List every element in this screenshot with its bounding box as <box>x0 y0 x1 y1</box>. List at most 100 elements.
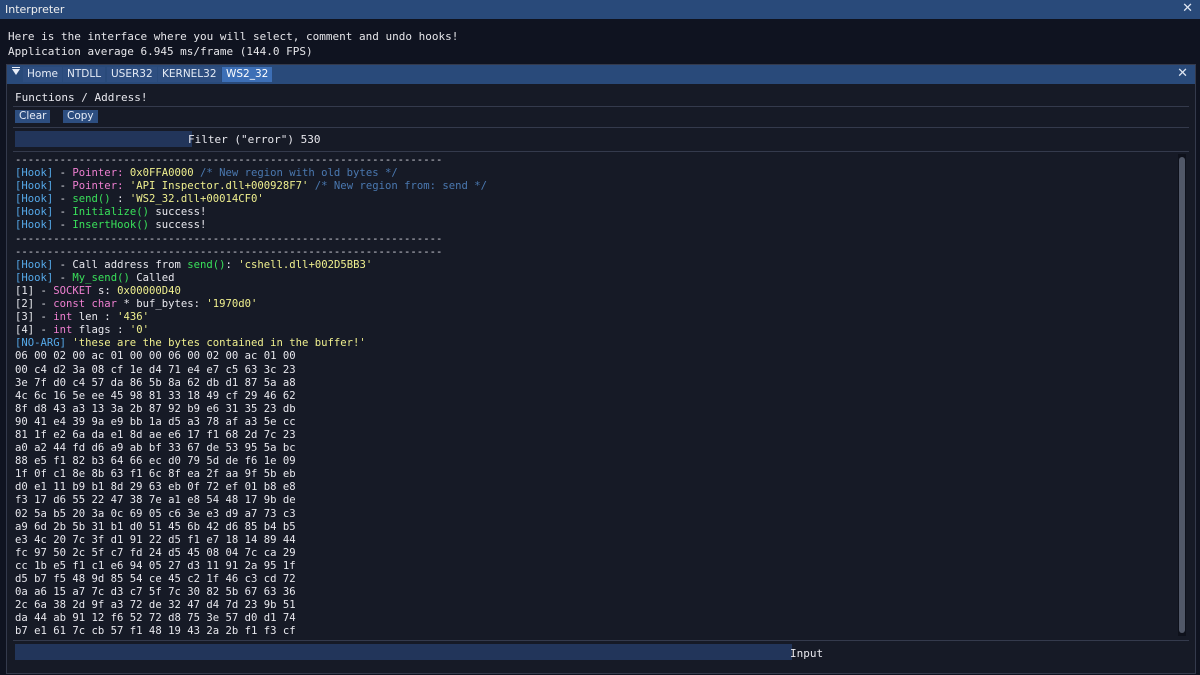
log-line: 00 c4 d2 3a 08 cf 1e d4 71 e4 e7 c5 63 3… <box>15 364 1175 377</box>
log-segment: ----------------------------------------… <box>15 154 443 166</box>
log-segment: 'cshell.dll+002D5BB3' <box>238 258 373 271</box>
log-segment: SOCKET <box>53 284 92 297</box>
log-segment: '1970d0' <box>206 298 258 311</box>
log-segment: '0' <box>129 324 149 337</box>
menu-line-icon <box>12 67 20 68</box>
log-segment: cc 1b e5 f1 c1 e6 94 05 27 d3 11 91 2a 9… <box>15 559 296 572</box>
log-segment: len : <box>72 311 118 324</box>
log-segment: '436' <box>117 311 149 324</box>
log-line: fc 97 50 2c 5f c7 fd 24 d5 45 08 04 7c c… <box>15 547 1175 560</box>
log-segment: s: <box>91 284 118 297</box>
log-line: e3 4c 20 7c 3f d1 91 22 d5 f1 e7 18 14 8… <box>15 534 1175 547</box>
log-segment: * buf_bytes: <box>117 298 207 311</box>
log-output[interactable]: ----------------------------------------… <box>15 154 1175 636</box>
log-line: 90 41 e4 39 9a e9 bb 1a d5 a3 78 af a3 5… <box>15 416 1175 429</box>
window-close-icon[interactable]: ✕ <box>1182 1 1193 16</box>
log-segment: 02 5a b5 20 3a 0c 69 05 c6 3e e3 d9 a7 7… <box>15 507 296 520</box>
log-segment: [Hook] <box>15 206 54 219</box>
log-segment: 0a a6 15 a7 7c d3 c7 5f 7c 30 82 5b 67 6… <box>15 586 296 599</box>
log-line: [3] - int len : '436' <box>15 311 1175 324</box>
log-line: [Hook] - InsertHook() success! <box>15 219 1175 232</box>
log-line: 4c 6c 16 5e ee 45 98 81 33 18 49 cf 29 4… <box>15 390 1175 403</box>
log-segment: [Hook] <box>15 180 54 193</box>
log-segment: /* New region from: send */ <box>308 180 488 193</box>
log-segment: da 44 ab 91 12 f6 52 72 d8 75 3e 57 d0 d… <box>15 612 296 625</box>
log-segment: int <box>53 311 73 324</box>
log-line: da 44 ab 91 12 f6 52 72 d8 75 3e 57 d0 d… <box>15 612 1175 625</box>
clear-button[interactable]: Clear <box>15 110 51 123</box>
log-segment: - <box>53 258 73 271</box>
log-segment: success! <box>148 219 207 232</box>
log-line: [Hook] - Initialize() success! <box>15 206 1175 219</box>
log-segment: Pointer: <box>72 167 130 180</box>
tab-ws2-32[interactable]: WS2_32 <box>222 67 273 82</box>
log-line: d0 e1 11 b9 b1 8d 29 63 eb 0f 72 ef 01 b… <box>15 481 1175 494</box>
log-line: 8f d8 43 a3 13 3a 2b 87 92 b9 e6 31 35 2… <box>15 403 1175 416</box>
tab-user32[interactable]: USER32 <box>107 67 157 82</box>
log-line: 02 5a b5 20 3a 0c 69 05 c6 3e e3 d9 a7 7… <box>15 508 1175 521</box>
log-segment: - <box>53 193 73 206</box>
log-line: ----------------------------------------… <box>15 154 1175 167</box>
command-input[interactable] <box>15 644 792 660</box>
log-segment: - <box>53 167 73 180</box>
log-segment: 1f 0f c1 8e 8b 63 f1 6c 8f ea 2f aa 9f 5… <box>15 468 296 481</box>
log-line: [NO-ARG] 'these are the bytes contained … <box>15 337 1175 350</box>
tab-kernel32[interactable]: KERNEL32 <box>158 67 221 82</box>
divider <box>13 151 1189 152</box>
log-segment: InsertHook() <box>72 219 149 232</box>
input-label: Input <box>790 647 824 660</box>
breadcrumb: Functions / Address! <box>15 91 148 104</box>
tab-ntdll[interactable]: NTDLL <box>63 67 106 82</box>
log-segment: a0 a2 44 fd d6 a9 ab bf 33 67 de 53 95 5… <box>15 442 296 455</box>
log-segment: d0 e1 11 b9 b1 8d 29 63 eb 0f 72 ef 01 b… <box>15 481 296 494</box>
log-line: a9 6d 2b 5b 31 b1 d0 51 45 6b 42 d6 85 b… <box>15 521 1175 534</box>
log-line: 3e 7f d0 c4 57 da 86 5b 8a 62 db d1 87 5… <box>15 377 1175 390</box>
divider <box>13 127 1189 128</box>
log-scrollbar[interactable] <box>1178 154 1186 636</box>
log-segment: fc 97 50 2c 5f c7 fd 24 d5 45 08 04 7c c… <box>15 546 296 559</box>
log-segment: [Hook] <box>15 167 54 180</box>
log-segment: Pointer: <box>72 180 130 193</box>
log-segment: 'API Inspector.dll+000928F7' <box>129 180 309 193</box>
copy-button[interactable]: Copy <box>63 110 98 123</box>
log-line: 0a a6 15 a7 7c d3 c7 5f 7c 30 82 5b 67 6… <box>15 586 1175 599</box>
log-segment: [1] - <box>15 284 54 297</box>
log-line: [Hook] - My_send() Called <box>15 272 1175 285</box>
log-segment: - <box>53 206 73 219</box>
log-line: cc 1b e5 f1 c1 e6 94 05 27 d3 11 91 2a 9… <box>15 560 1175 573</box>
hooks-panel: Home NTDLL USER32 KERNEL32 WS2_32 ✕ Func… <box>6 64 1196 674</box>
log-segment: - <box>53 180 73 193</box>
filter-input[interactable] <box>15 131 192 147</box>
log-segment: - <box>53 271 73 284</box>
log-segment: [Hook] <box>15 271 54 284</box>
log-segment: [NO-ARG] <box>15 337 67 350</box>
scrollbar-thumb[interactable] <box>1179 157 1185 633</box>
tab-home[interactable]: Home <box>23 67 63 82</box>
collapse-arrow-icon[interactable] <box>12 69 20 75</box>
log-segment: /* New region with old bytes */ <box>193 167 398 180</box>
divider <box>13 640 1189 641</box>
tab-bar-close-icon[interactable]: ✕ <box>1177 66 1188 81</box>
divider <box>13 106 1189 107</box>
window-title: Interpreter <box>5 3 65 16</box>
log-line: [Hook] - Pointer: 0x0FFA0000 /* New regi… <box>15 167 1175 180</box>
log-line: [Hook] - Pointer: 'API Inspector.dll+000… <box>15 180 1175 193</box>
log-segment: ----------------------------------------… <box>15 232 443 245</box>
log-segment: : <box>225 258 239 271</box>
module-tab-bar: Home NTDLL USER32 KERNEL32 WS2_32 ✕ <box>7 65 1195 84</box>
log-segment: 88 e5 f1 82 b3 64 66 ec d0 79 5d de f6 1… <box>15 455 296 468</box>
log-segment: 0x0FFA0000 <box>129 167 194 180</box>
log-segment: int <box>53 324 73 337</box>
log-segment: Call address from <box>72 258 188 271</box>
log-segment: [Hook] <box>15 193 54 206</box>
fps-readout: Application average 6.945 ms/frame (144.… <box>8 45 313 58</box>
log-segment: 3e 7f d0 c4 57 da 86 5b 8a 62 db d1 87 5… <box>15 376 296 389</box>
log-segment: f3 17 d6 55 22 47 38 7e a1 e8 54 48 17 9… <box>15 494 296 507</box>
log-segment: 'these are the bytes contained in the bu… <box>66 337 366 350</box>
log-segment: ----------------------------------------… <box>15 245 443 258</box>
log-segment: 81 1f e2 6a da e1 8d ae e6 17 f1 68 2d 7… <box>15 428 296 441</box>
log-segment: send() <box>72 193 111 206</box>
log-segment: 90 41 e4 39 9a e9 bb 1a d5 a3 78 af a3 5… <box>15 415 296 428</box>
log-line: [1] - SOCKET s: 0x00000D40 <box>15 285 1175 298</box>
log-line: 88 e5 f1 82 b3 64 66 ec d0 79 5d de f6 1… <box>15 455 1175 468</box>
